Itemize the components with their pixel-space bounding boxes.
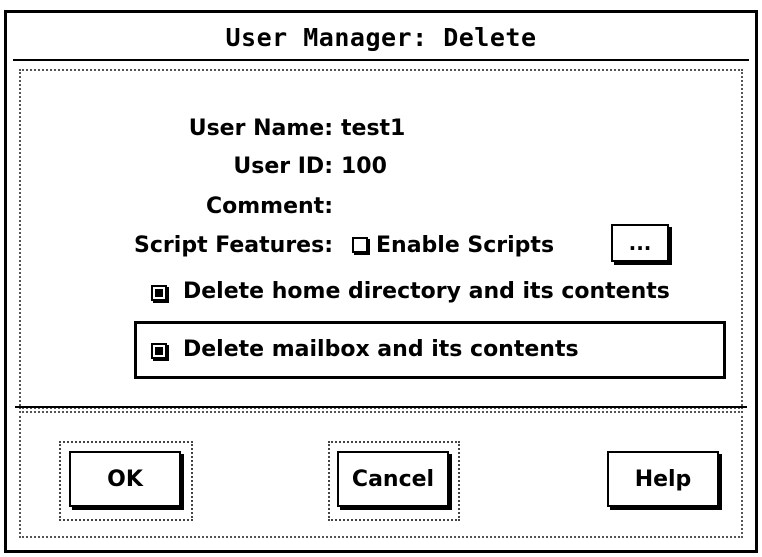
user-name-label: User Name: — [188, 116, 333, 141]
delete-dialog: User Manager: Delete User Name: test1 Us… — [4, 10, 758, 553]
user-id-label: User ID: — [233, 154, 333, 179]
user-name-value: test1 — [341, 116, 406, 141]
delete-mailbox-label[interactable]: Delete mailbox and its contents — [183, 337, 579, 362]
comment-label: Comment: — [205, 194, 333, 219]
help-button[interactable]: Help — [607, 451, 719, 507]
enable-scripts-checkbox[interactable] — [352, 237, 368, 253]
script-options-button[interactable]: ... — [611, 224, 669, 262]
delete-mailbox-checkbox[interactable] — [151, 343, 167, 359]
ok-button[interactable]: OK — [69, 451, 181, 507]
delete-home-checkbox[interactable] — [151, 285, 167, 301]
script-features-label: Script Features: — [134, 233, 333, 258]
cancel-button[interactable]: Cancel — [337, 451, 449, 507]
delete-home-label[interactable]: Delete home directory and its contents — [183, 279, 670, 304]
enable-scripts-label[interactable]: Enable Scripts — [376, 233, 554, 258]
panel-divider — [15, 406, 747, 408]
user-id-value: 100 — [341, 154, 387, 179]
dialog-title: User Manager: Delete — [13, 15, 749, 61]
